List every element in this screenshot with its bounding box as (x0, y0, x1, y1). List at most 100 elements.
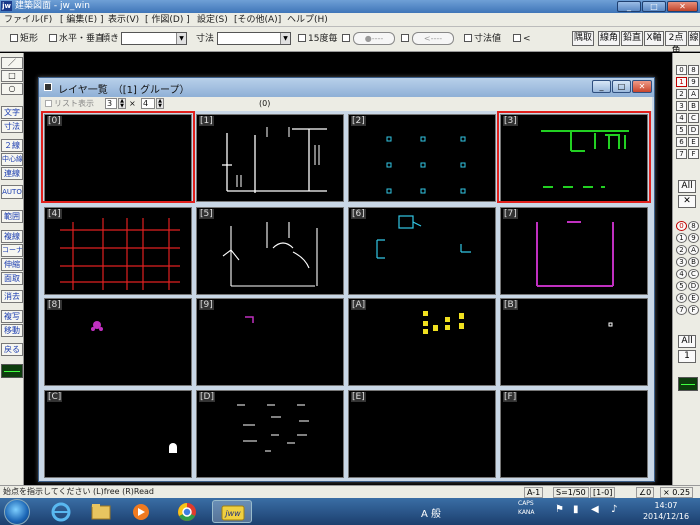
size-combo[interactable]: ▼ (217, 32, 291, 45)
line-tool-button[interactable]: ／ (1, 57, 23, 69)
dialog-close-button[interactable]: ✕ (632, 80, 652, 93)
ie-icon[interactable] (44, 500, 78, 523)
layer-3-button[interactable]: 3 (676, 101, 687, 111)
line-angle-button[interactable]: 線角 (598, 31, 620, 46)
start-button[interactable] (4, 499, 30, 525)
flag-icon[interactable]: ⚑ (555, 504, 564, 515)
group-9-button[interactable]: 9 (688, 233, 699, 243)
line-button[interactable]: 線 (688, 31, 700, 46)
layer-f-button[interactable]: F (688, 149, 699, 159)
two-point-angle-button[interactable]: 2点角 (665, 31, 687, 56)
corner-tool-button[interactable]: コーナー (1, 244, 23, 257)
group-c-button[interactable]: C (688, 269, 699, 279)
menu-settings[interactable]: 設定(S) (197, 14, 228, 26)
zoom-indicator[interactable]: × 0.25 (660, 487, 694, 498)
layer-cell-6[interactable]: [6] (348, 207, 496, 295)
dialog-maximize-button[interactable]: □ (612, 80, 631, 93)
columns-spin-input[interactable]: 3 (105, 98, 117, 109)
group-e-button[interactable]: E (688, 293, 699, 303)
layer-cell-a[interactable]: [A] (348, 298, 496, 386)
jw-app-icon[interactable]: jw (1, 1, 12, 11)
group-5-button[interactable]: 5 (676, 281, 687, 291)
angle15-checkbox[interactable]: 15度毎 (298, 33, 337, 45)
angle-indicator[interactable]: ∠0 (636, 487, 655, 498)
dimension-value-checkbox[interactable]: 寸法値 (464, 33, 501, 45)
pill2-checkbox[interactable] (401, 33, 411, 45)
group-number-button[interactable]: 1 (678, 350, 696, 363)
layer-all-button[interactable]: All (678, 180, 696, 193)
layer-x-button[interactable]: ✕ (678, 195, 696, 208)
layer-9-button[interactable]: 9 (688, 77, 699, 87)
group-3-button[interactable]: 3 (676, 257, 687, 267)
group-8-button[interactable]: 8 (688, 221, 699, 231)
maximize-button[interactable]: □ (642, 1, 666, 12)
layer-cell-d[interactable]: [D] (196, 390, 344, 478)
text-tool-button[interactable]: 文字 (1, 106, 23, 119)
layer-cell-5[interactable]: [5] (196, 207, 344, 295)
list-display-checkbox[interactable]: リスト表示 (45, 98, 94, 110)
layer-1-button[interactable]: 1 (676, 77, 687, 87)
clock[interactable]: 14:07 2014/12/16 (636, 500, 696, 522)
network-icon[interactable]: ▮ (573, 504, 579, 515)
layer-a-button[interactable]: A (688, 89, 699, 99)
media-player-icon[interactable] (124, 500, 158, 523)
layer-c-button[interactable]: C (688, 113, 699, 123)
menu-other[interactable]: [その他(A)] (234, 14, 281, 26)
explorer-icon[interactable] (84, 500, 118, 523)
layer-4-button[interactable]: 4 (676, 113, 687, 123)
move-tool-button[interactable]: 移動 (1, 324, 23, 337)
rect-checkbox[interactable]: 矩形 (10, 33, 38, 45)
layer-e-button[interactable]: E (688, 137, 699, 147)
group-2-button[interactable]: 2 (676, 245, 687, 255)
slope-combo[interactable]: ▼ (121, 32, 187, 45)
group-b-button[interactable]: B (688, 257, 699, 267)
scale-indicator[interactable]: S=1/50 (553, 487, 589, 498)
corner-button[interactable]: 隅取 (572, 31, 594, 46)
rectangle-tool-button[interactable]: □ (1, 70, 23, 82)
menu-draw[interactable]: [ 作図(D) ] (145, 14, 190, 26)
layer-cell-7[interactable]: [7] (500, 207, 648, 295)
group-d-button[interactable]: D (688, 281, 699, 291)
layer-cell-2[interactable]: [2] (348, 114, 496, 202)
layer-cell-9[interactable]: [9] (196, 298, 344, 386)
group-f-button[interactable]: F (688, 305, 699, 315)
erase-tool-button[interactable]: 消去 (1, 290, 23, 303)
rows-spin-input[interactable]: 4 (141, 98, 155, 109)
pill2-button[interactable]: <---- (412, 32, 454, 45)
center-line-tool-button[interactable]: 中心線 (1, 153, 23, 166)
layer-cell-8[interactable]: [8] (44, 298, 192, 386)
menu-view[interactable]: 表示(V) (108, 14, 139, 26)
chrome-icon[interactable] (170, 500, 204, 523)
group-6-button[interactable]: 6 (676, 293, 687, 303)
layer-8-button[interactable]: 8 (688, 65, 699, 75)
less-than-checkbox[interactable]: < (513, 33, 531, 45)
pill1-checkbox[interactable] (342, 33, 352, 45)
copy-tool-button[interactable]: 複写 (1, 310, 23, 323)
group-4-button[interactable]: 4 (676, 269, 687, 279)
dimension-tool-button[interactable]: 寸法 (1, 120, 23, 133)
layer-cell-1[interactable]: [1] (196, 114, 344, 202)
vertical-button[interactable]: 鉛直 (621, 31, 643, 46)
layer-cell-4[interactable]: [4] (44, 207, 192, 295)
layer-0-button[interactable]: 0 (676, 65, 687, 75)
range-tool-button[interactable]: 範囲 (1, 210, 23, 223)
continuous-line-tool-button[interactable]: 連線 (1, 167, 23, 180)
circle-tool-button[interactable]: ○ (1, 83, 23, 95)
layer-cell-e[interactable]: [E] (348, 390, 496, 478)
menu-help[interactable]: ヘルプ(H) (287, 14, 328, 26)
menu-edit[interactable]: [ 編集(E) ] (60, 14, 103, 26)
layer-indicator[interactable]: [1-0] (590, 487, 616, 498)
layer-5-button[interactable]: 5 (676, 125, 687, 135)
layer-6-button[interactable]: 6 (676, 137, 687, 147)
chamfer-tool-button[interactable]: 面取 (1, 272, 23, 285)
group-0-button[interactable]: 0 (676, 221, 687, 231)
group-a-button[interactable]: A (688, 245, 699, 255)
layer-d-button[interactable]: D (688, 125, 699, 135)
layer-b-button[interactable]: B (688, 101, 699, 111)
layer-cell-f[interactable]: [F] (500, 390, 648, 478)
x-axis-button[interactable]: X軸 (644, 31, 664, 46)
group-all-button[interactable]: All (678, 335, 696, 348)
group-7-button[interactable]: 7 (676, 305, 687, 315)
layer-cell-c[interactable]: [C] (44, 390, 192, 478)
minimize-button[interactable]: _ (617, 1, 641, 12)
